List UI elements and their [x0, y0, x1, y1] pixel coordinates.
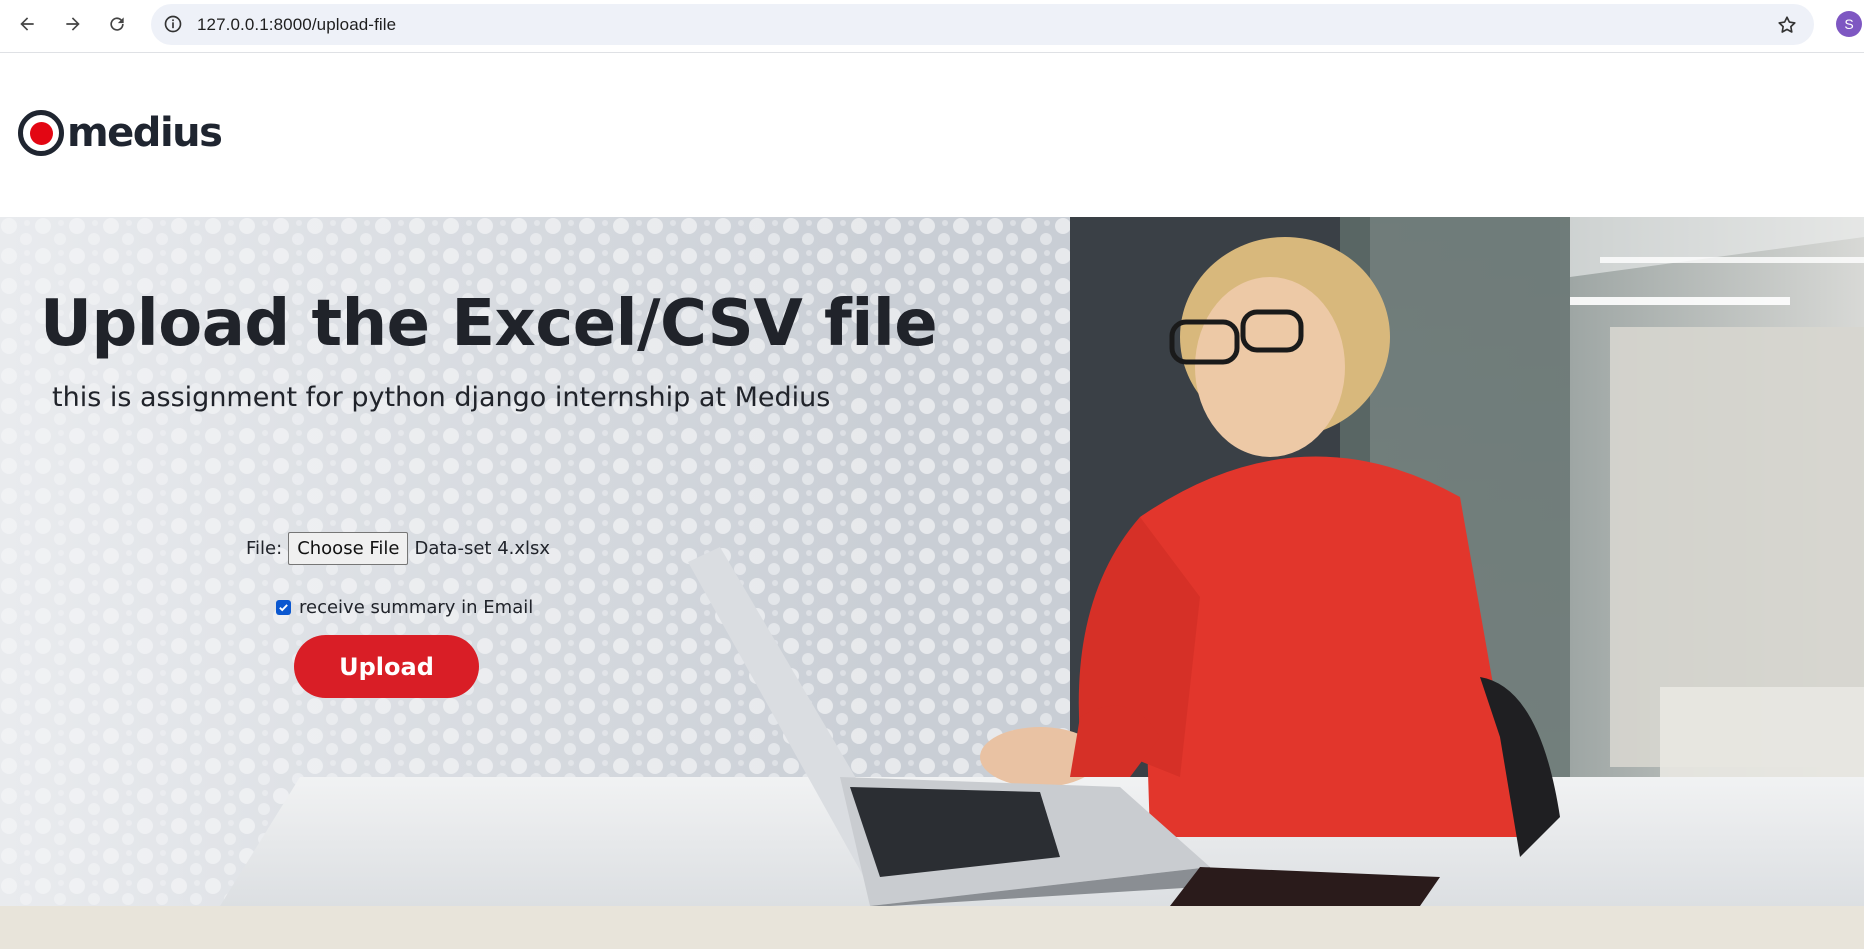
file-input-row: File: Choose File Data-set 4.xlsx: [246, 532, 550, 565]
address-bar[interactable]: 127.0.0.1:8000/upload-file: [151, 4, 1814, 45]
reload-button[interactable]: [99, 8, 135, 40]
hero-section: Upload the Excel/CSV file this is assign…: [0, 217, 1864, 906]
logo-text: medius: [67, 110, 223, 156]
page-title: Upload the Excel/CSV file: [40, 287, 938, 361]
upload-button[interactable]: Upload: [294, 635, 479, 698]
checkmark-icon: [279, 604, 288, 612]
browser-toolbar: 127.0.0.1:8000/upload-file S: [0, 0, 1864, 53]
selected-file-name: Data-set 4.xlsx: [414, 538, 551, 559]
footer-band: [0, 906, 1864, 949]
forward-button[interactable]: [55, 8, 91, 40]
site-header: medius: [0, 53, 1864, 217]
arrow-right-icon: [66, 17, 80, 31]
logo-ring-icon: [18, 110, 64, 156]
url-text[interactable]: 127.0.0.1:8000/upload-file: [197, 15, 396, 35]
email-summary-checkbox[interactable]: [276, 600, 291, 615]
arrow-left-icon: [20, 17, 34, 31]
email-summary-label[interactable]: receive summary in Email: [299, 597, 533, 618]
profile-avatar[interactable]: S: [1836, 11, 1862, 37]
info-icon[interactable]: [163, 14, 183, 34]
page-subtitle: this is assignment for python django int…: [52, 382, 831, 413]
profile-initial: S: [1844, 16, 1854, 32]
email-summary-option: receive summary in Email: [276, 597, 533, 618]
back-button[interactable]: [9, 8, 45, 40]
bookmark-star-icon[interactable]: [1776, 14, 1798, 36]
choose-file-button[interactable]: Choose File: [288, 532, 409, 565]
file-label: File:: [246, 538, 283, 559]
reload-icon: [110, 17, 124, 31]
medius-logo[interactable]: medius: [18, 110, 223, 156]
